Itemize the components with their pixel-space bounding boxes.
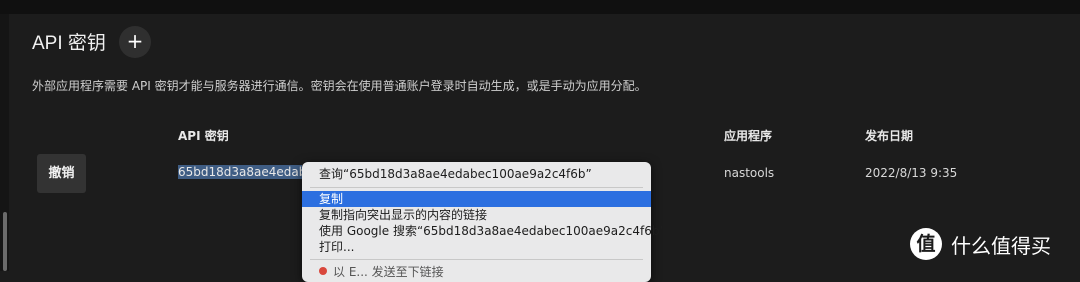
menu-item-google-search[interactable]: 使用 Google 搜索“65bd18d3a8ae4edabec100ae9a2… bbox=[302, 223, 666, 239]
revoke-button[interactable]: 撤销 bbox=[37, 154, 86, 193]
api-key-value[interactable]: 65bd18d3a8ae4edabec100ae9a2c4f6b bbox=[178, 165, 302, 179]
watermark-text: 什么值得买 bbox=[951, 233, 1051, 258]
menu-item-print[interactable]: 打印... bbox=[302, 239, 651, 255]
api-key-text: 65bd18d3a8ae4edabec100ae9a2c4f6b bbox=[178, 165, 302, 179]
menu-separator bbox=[310, 187, 643, 188]
smzdm-logo-icon: 值 bbox=[910, 228, 942, 260]
watermark: 值 什么值得买 bbox=[910, 228, 1051, 260]
section-description: 外部应用程序需要 API 密钥才能与服务器进行通信。密钥会在使用普通账户登录时自… bbox=[32, 79, 647, 93]
section-title: API 密钥 bbox=[32, 33, 106, 54]
share-icon bbox=[319, 267, 327, 275]
menu-separator bbox=[310, 259, 643, 260]
app-name: nastools bbox=[724, 166, 775, 180]
column-header-app: 应用程序 bbox=[724, 129, 773, 143]
menu-item-partial[interactable]: 以 E... 发送至下链接 bbox=[333, 263, 444, 280]
context-menu: 查询“65bd18d3a8ae4edabec100ae9a2c4f6b” 复制 … bbox=[302, 162, 666, 282]
column-header-date: 发布日期 bbox=[865, 129, 914, 143]
menu-item-lookup[interactable]: 查询“65bd18d3a8ae4edabec100ae9a2c4f6b” bbox=[302, 166, 651, 182]
menu-item-copy[interactable]: 复制 bbox=[302, 191, 651, 207]
top-bar bbox=[0, 0, 1080, 14]
issue-date: 2022/8/13 9:35 bbox=[865, 166, 958, 180]
scrollbar-thumb[interactable] bbox=[3, 212, 7, 271]
menu-item-copy-link[interactable]: 复制指向突出显示的内容的链接 bbox=[302, 207, 651, 223]
column-header-api-key: API 密钥 bbox=[178, 129, 229, 143]
add-api-key-button[interactable]: + bbox=[119, 26, 151, 58]
